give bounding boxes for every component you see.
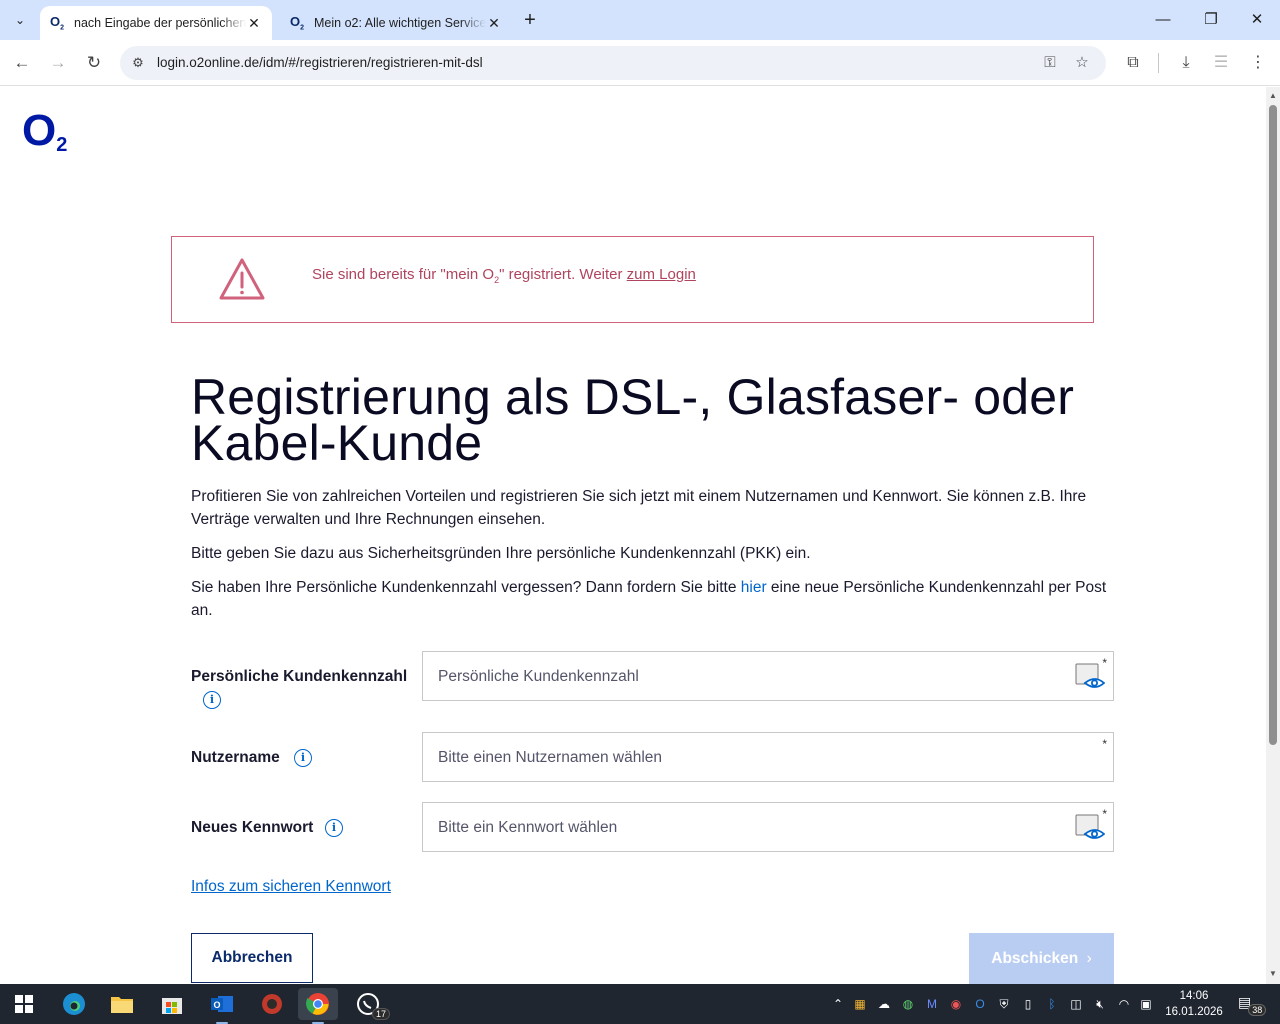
tab-title: Mein o2: Alle wichtigen Service (314, 16, 486, 30)
pkk-hint-text: Bitte geben Sie dazu aus Sicherheitsgrün… (191, 545, 811, 562)
tray-app-icon[interactable]: ◉ (948, 996, 964, 1012)
forgot-text: Sie haben Ihre Persönliche Kundenkennzah… (191, 579, 741, 596)
restore-icon[interactable]: ❐ (1196, 8, 1226, 32)
scroll-down-icon[interactable]: ▼ (1268, 969, 1278, 978)
app-icon[interactable] (252, 988, 292, 1020)
whatsapp-badge: 17 (371, 1008, 390, 1020)
minimize-icon[interactable]: — (1148, 8, 1178, 32)
tray-overflow-icon[interactable]: ⌃ (830, 996, 846, 1012)
outlook-icon[interactable]: O (202, 988, 242, 1024)
windows-taskbar: O 17 ⌃ ▦ ☁ ◍ M ◉ O ⛨ ▯ ᛒ ◫ 🔇︎ ◠ ▣ 14:06 … (0, 984, 1280, 1024)
forward-icon[interactable]: → (46, 51, 70, 75)
warning-triangle-icon (219, 258, 265, 300)
microsoft-store-icon[interactable] (152, 988, 192, 1020)
tray-app-icon[interactable]: ▦ (852, 996, 868, 1012)
tab-search-icon[interactable]: ⌄ (8, 8, 32, 32)
password-input[interactable] (438, 817, 1058, 839)
forgot-pkk-text: Sie haben Ihre Persönliche Kundenkennzah… (191, 576, 1111, 622)
password-field: * (422, 802, 1114, 852)
tab-title: nach Eingabe der persönlichen (74, 16, 246, 30)
pkk-field: * (422, 651, 1114, 701)
whatsapp-icon[interactable]: 17 (348, 988, 390, 1020)
page-title: Registrierung als DSL-, Glasfaser- oder … (191, 369, 1075, 471)
clock-time: 14:06 (1179, 990, 1209, 1002)
malwarebytes-icon[interactable]: M (924, 996, 940, 1012)
o2-favicon-icon: O2 (50, 14, 65, 32)
o2-favicon-icon: O2 (290, 14, 305, 32)
scroll-up-icon[interactable]: ▲ (1268, 91, 1278, 100)
onedrive-icon[interactable]: ☁ (876, 996, 892, 1012)
request-pkk-link[interactable]: hier (741, 579, 767, 596)
page-viewport: O2 Sie sind bereits für "mein O2" regist… (0, 87, 1266, 984)
svg-text:O: O (213, 1000, 220, 1010)
outlook-tray-icon[interactable]: O (972, 996, 988, 1012)
display-icon[interactable]: ▣ (1138, 996, 1154, 1012)
bookmark-star-icon[interactable]: ☆ (1072, 53, 1092, 73)
logo-sub: 2 (56, 134, 67, 156)
pkk-input[interactable] (438, 666, 1058, 688)
username-info-icon[interactable]: i (294, 749, 312, 767)
password-info-icon[interactable]: i (325, 819, 343, 837)
toolbar-separator (1158, 53, 1159, 73)
show-password-eye-icon[interactable] (1075, 663, 1105, 691)
edge-icon[interactable] (54, 988, 94, 1020)
extensions-icon[interactable]: ⧉ (1122, 52, 1144, 74)
clock-date: 16.01.2026 (1165, 1006, 1223, 1018)
browser-toolbar: ← → ↻ ⚙ login.o2online.de/idm/#/registri… (0, 40, 1280, 86)
tab-registration[interactable]: O2 nach Eingabe der persönlichen ✕ (40, 6, 272, 40)
intro-text: Profitieren Sie von zahlreichen Vorteile… (191, 488, 1087, 528)
notification-center[interactable]: ▤ 38 (1238, 994, 1267, 1016)
windows-start-icon[interactable] (4, 988, 44, 1020)
site-info-icon[interactable]: ⚙ (128, 53, 148, 73)
browser-tab-strip: ⌄ O2 nach Eingabe der persönlichen ✕ O2 … (0, 0, 1280, 40)
chrome-icon[interactable] (298, 988, 338, 1024)
whatsapp-tray-icon[interactable]: ◍ (900, 996, 916, 1012)
username-field: * (422, 732, 1114, 782)
reload-icon[interactable]: ↻ (82, 51, 106, 75)
submit-button[interactable]: Abschicken › (969, 933, 1114, 984)
url-text: login.o2online.de/idm/#/registrieren/reg… (157, 55, 483, 70)
scroll-thumb[interactable] (1269, 105, 1277, 745)
alert-text: Sie sind bereits für "mein O (312, 266, 495, 283)
cancel-button[interactable]: Abbrechen (191, 933, 313, 983)
alert-message: Sie sind bereits für "mein O2" registrie… (312, 266, 696, 285)
already-registered-alert: Sie sind bereits für "mein O2" registrie… (171, 236, 1094, 323)
pkk-info-icon[interactable]: i (203, 691, 221, 709)
page-scrollbar[interactable]: ▲ ▼ (1266, 87, 1280, 984)
bluetooth-icon[interactable]: ᛒ (1044, 996, 1060, 1012)
login-link[interactable]: zum Login (627, 266, 696, 283)
download-icon[interactable]: ⤓ (1175, 52, 1197, 74)
taskbar-clock[interactable]: 14:06 16.01.2026 (1160, 988, 1228, 1020)
notification-count: 38 (1248, 1004, 1267, 1016)
required-marker: * (1102, 737, 1107, 751)
address-bar[interactable]: ⚙ login.o2online.de/idm/#/registrieren/r… (120, 46, 1106, 80)
usb-icon[interactable]: ▯ (1020, 996, 1036, 1012)
window-close-icon[interactable]: ✕ (1242, 8, 1272, 32)
close-tab-icon[interactable]: ✕ (486, 15, 502, 32)
chevron-right-icon: › (1086, 950, 1092, 967)
show-password-eye-icon[interactable] (1075, 814, 1105, 842)
wifi-icon[interactable]: ◠ (1116, 996, 1132, 1012)
close-tab-icon[interactable]: ✕ (246, 15, 262, 32)
tab-mein-o2[interactable]: O2 Mein o2: Alle wichtigen Service ✕ (280, 6, 512, 40)
volume-muted-icon[interactable]: 🔇︎ (1092, 996, 1108, 1012)
password-key-icon[interactable]: ⚿ (1040, 53, 1060, 73)
password-label: Neues Kennwort (191, 819, 314, 836)
pkk-label: Persönliche Kundenkennzahl (191, 668, 408, 685)
menu-kebab-icon[interactable]: ⋮ (1247, 52, 1269, 74)
username-input[interactable] (438, 747, 1058, 769)
back-icon[interactable]: ← (10, 51, 34, 75)
file-explorer-icon[interactable] (102, 988, 142, 1020)
security-shield-icon[interactable]: ⛨ (996, 996, 1012, 1012)
username-label: Nutzername (191, 749, 280, 766)
o2-logo[interactable]: O2 (22, 106, 67, 167)
camera-icon[interactable]: ◫ (1068, 996, 1084, 1012)
logo-letter: O (22, 106, 56, 155)
new-tab-icon[interactable]: + (520, 10, 540, 30)
password-info-link[interactable]: Infos zum sicheren Kennwort (191, 878, 391, 896)
alert-text: " registriert. Weiter (499, 266, 627, 283)
submit-label: Abschicken (991, 950, 1079, 967)
profile-icon[interactable]: ☰ (1210, 52, 1232, 74)
